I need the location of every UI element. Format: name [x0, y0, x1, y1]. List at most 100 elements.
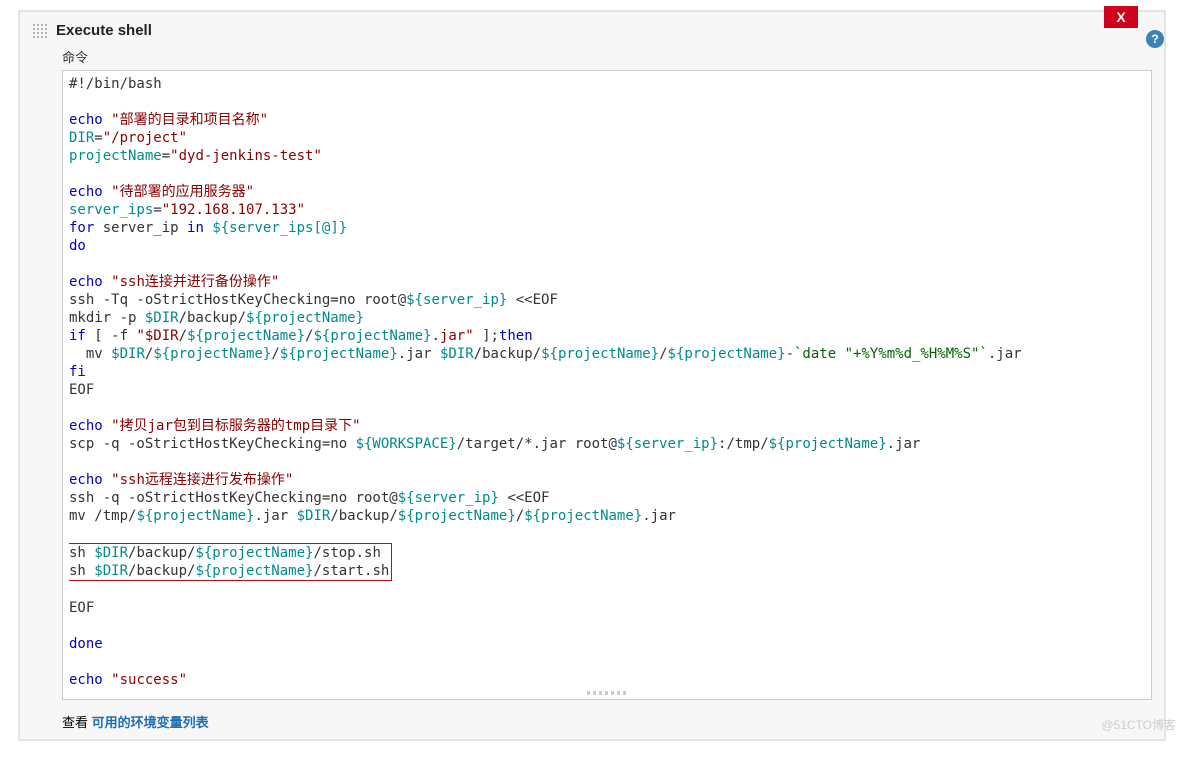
code-text: echo: [69, 672, 103, 688]
code-text: `date "+%Y%m%d_%H%M%S"`: [794, 346, 988, 362]
code-text: :/tmp/: [718, 436, 769, 452]
command-field-label: 命令: [62, 47, 1152, 66]
resize-handle-icon[interactable]: [587, 691, 627, 695]
code-text: sh: [69, 545, 94, 561]
code-text: server_ip: [94, 220, 187, 236]
build-step-section: Execute shell 命令 #!/bin/bash echo "部署的目录…: [18, 10, 1166, 741]
code-text: "待部署的应用服务器": [111, 184, 254, 200]
code-text: /backup/: [128, 563, 195, 579]
code-text: "拷贝jar包到目标服务器的tmp目录下": [111, 418, 360, 434]
code-text: <<EOF: [507, 292, 558, 308]
code-text: $DIR: [297, 508, 331, 524]
code-text: /backup/: [330, 508, 397, 524]
code-text: ${WORKSPACE}: [356, 436, 457, 452]
highlighted-code-box: sh $DIR/backup/${projectName}/stop.sh sh…: [69, 543, 392, 581]
hint-prefix: 查看: [62, 715, 92, 730]
code-text: .jar: [887, 436, 921, 452]
code-text: do: [69, 238, 86, 254]
env-vars-link[interactable]: 可用的环境变量列表: [92, 715, 209, 730]
code-text: =: [94, 130, 102, 146]
code-text: ${server_ip}: [406, 292, 507, 308]
code-text: $DIR: [145, 310, 179, 326]
code-text: =: [153, 202, 161, 218]
code-text: /backup/: [128, 545, 195, 561]
code-text: ${projectName}: [246, 310, 364, 326]
code-text: $DIR: [440, 346, 474, 362]
code-text: #!/bin/bash: [69, 76, 162, 92]
code-text: done: [69, 636, 103, 652]
code-text: in: [187, 220, 204, 236]
code-text: .jar: [398, 346, 440, 362]
code-text: "success": [111, 672, 187, 688]
code-text: echo: [69, 274, 103, 290]
code-text: =: [162, 148, 170, 164]
code-text: /backup/: [179, 310, 246, 326]
code-text: .jar": [432, 328, 474, 344]
code-text: /stop.sh: [313, 545, 380, 561]
code-text: ${projectName}: [136, 508, 254, 524]
code-text: mv /tmp/: [69, 508, 136, 524]
code-text: /start.sh: [313, 563, 389, 579]
env-vars-hint: 查看 可用的环境变量列表: [62, 712, 1152, 731]
code-text: ${projectName}: [153, 346, 271, 362]
code-text: EOF: [69, 600, 94, 616]
shell-command-input[interactable]: #!/bin/bash echo "部署的目录和项目名称" DIR="/proj…: [62, 70, 1152, 700]
code-text: ${server_ips[@]}: [212, 220, 347, 236]
section-title: Execute shell: [56, 22, 152, 39]
code-text: ${projectName}: [541, 346, 659, 362]
code-text: "ssh远程连接进行发布操作": [111, 472, 293, 488]
code-text: "192.168.107.133": [162, 202, 305, 218]
code-text: fi: [69, 364, 86, 380]
code-text: $DIR: [111, 346, 145, 362]
code-text: ${projectName}: [769, 436, 887, 452]
code-text: ssh -Tq -oStrictHostKeyChecking=no root@: [69, 292, 406, 308]
drag-handle-icon[interactable]: [32, 23, 48, 39]
code-text: server_ips: [69, 202, 153, 218]
watermark: @51CTO博客: [1101, 716, 1176, 733]
code-text: DIR: [69, 130, 94, 146]
code-text: sh: [69, 563, 94, 579]
code-text: ssh -q -oStrictHostKeyChecking=no root@: [69, 490, 398, 506]
code-text: echo: [69, 472, 103, 488]
code-text: .jar: [988, 346, 1022, 362]
code-text: ${projectName}: [280, 346, 398, 362]
code-text: mkdir -p: [69, 310, 145, 326]
code-text: -: [786, 346, 794, 362]
code-text: $DIR: [94, 563, 128, 579]
code-text: projectName: [69, 148, 162, 164]
code-text: ${projectName}: [524, 508, 642, 524]
code-text: "ssh连接并进行备份操作": [111, 274, 279, 290]
code-text: $DIR: [94, 545, 128, 561]
code-text: "$DIR: [136, 328, 178, 344]
code-text: /: [659, 346, 667, 362]
code-text: ${projectName}: [398, 508, 516, 524]
code-text: ${server_ip}: [617, 436, 718, 452]
code-text: then: [499, 328, 533, 344]
code-text: echo: [69, 184, 103, 200]
code-text: /: [179, 328, 187, 344]
code-text: /target/*.jar root@: [457, 436, 617, 452]
code-text: ${projectName}: [313, 328, 431, 344]
help-icon[interactable]: ?: [1146, 30, 1164, 48]
code-text: ${projectName}: [668, 346, 786, 362]
code-text: ];: [474, 328, 499, 344]
code-text: <<EOF: [499, 490, 550, 506]
code-text: mv: [69, 346, 111, 362]
code-text: ${projectName}: [195, 545, 313, 561]
code-text: scp -q -oStrictHostKeyChecking=no: [69, 436, 356, 452]
code-text: if: [69, 328, 86, 344]
code-text: [ -f: [86, 328, 137, 344]
code-text: echo: [69, 112, 103, 128]
code-text: .jar: [254, 508, 296, 524]
code-text: for: [69, 220, 94, 236]
code-text: .jar: [642, 508, 676, 524]
close-button[interactable]: X: [1104, 6, 1138, 28]
code-text: "部署的目录和项目名称": [111, 112, 268, 128]
code-text: echo: [69, 418, 103, 434]
section-header: Execute shell: [32, 22, 1152, 39]
code-text: /backup/: [474, 346, 541, 362]
code-text: /: [271, 346, 279, 362]
code-text: ${projectName}: [187, 328, 305, 344]
code-text: EOF: [69, 382, 94, 398]
code-text: ${server_ip}: [398, 490, 499, 506]
